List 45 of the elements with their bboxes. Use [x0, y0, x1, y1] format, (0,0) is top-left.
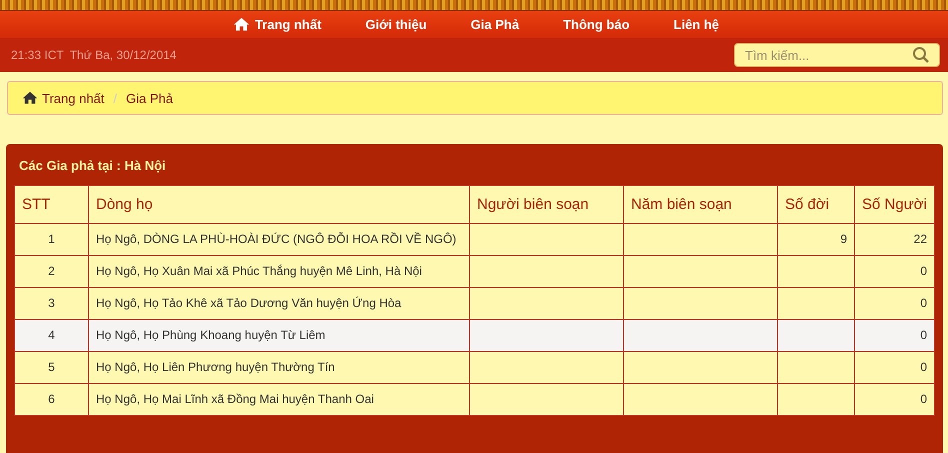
table-row[interactable]: 5 Họ Ngô, Họ Liên Phương huyện Thường Tín 0: [14, 352, 934, 384]
breadcrumb-link[interactable]: Trang nhất: [22, 90, 104, 106]
table-cell: Họ Ngô, DÒNG LA PHÙ-HOÀI ĐỨC (NGÔ ĐỖI HOA RỒI VỀ NGÔ): [96, 232, 456, 246]
table-cell: Họ Ngô, Họ Liên Phương huyện Thường Tín: [96, 360, 335, 374]
table-row[interactable]: 6 Họ Ngô, Họ Mai Lĩnh xã Đồng Mai huyện Thanh Oai 0: [14, 384, 934, 416]
table-cell: 0: [920, 328, 927, 342]
table-cell: 22: [914, 232, 927, 246]
table-cell: 6: [48, 392, 55, 406]
nav-link[interactable]: Gia Phả: [448, 17, 542, 32]
table-cell: Họ Ngô, Họ Phùng Khoang huyện Từ Liêm: [96, 328, 326, 342]
column-header: Năm biên soạn: [624, 186, 778, 224]
column-header: Dòng họ: [88, 186, 470, 224]
nav-link[interactable]: Liên hệ: [652, 17, 742, 32]
table-cell: 0: [920, 264, 927, 278]
nav-link[interactable]: Thông báo: [541, 17, 652, 32]
home-icon: [232, 17, 250, 32]
table-row[interactable]: 2 Họ Ngô, Họ Xuân Mai xã Phúc Thắng huyện Mê Linh, Hà Nội 0: [14, 256, 934, 288]
table-cell: 5: [48, 360, 55, 374]
table-cell: 0: [920, 392, 927, 406]
column-header: Người biên soạn: [470, 186, 624, 224]
table-cell: Họ Ngô, Họ Mai Lĩnh xã Đồng Mai huyện Thanh Oai: [96, 392, 374, 406]
breadcrumb-separator: /: [113, 90, 118, 106]
table-row[interactable]: 4 Họ Ngô, Họ Phùng Khoang huyện Từ Liêm 0: [14, 320, 934, 352]
table-cell: 0: [920, 360, 927, 374]
table-cell: 2: [48, 264, 55, 278]
search-field[interactable]: Tìm kiếm...: [734, 43, 940, 67]
table-cell: 4: [48, 328, 55, 342]
column-header: Số đời: [778, 186, 854, 224]
table-cell: 9: [840, 232, 847, 246]
column-header: Số Người: [854, 186, 934, 224]
date-text: Thứ Ba, 30/12/2014: [70, 48, 176, 62]
table-row[interactable]: 1 Họ Ngô, DÒNG LA PHÙ-HOÀI ĐỨC (NGÔ ĐỖI HOA RỒI VỀ NGÔ) 9 22: [14, 224, 934, 256]
breadcrumb-link[interactable]: Gia Phả: [126, 90, 174, 106]
home-icon: [22, 91, 38, 105]
table-cell: Họ Ngô, Họ Xuân Mai xã Phúc Thắng huyện Mê Linh, Hà Nội: [96, 264, 422, 278]
table-cell: Họ Ngô, Họ Tảo Khê xã Tảo Dương Văn huyện Ứng Hòa: [96, 296, 402, 310]
table-cell: 0: [920, 296, 927, 310]
table-cell: 1: [48, 232, 55, 246]
time-text: 21:33 ICT: [11, 48, 64, 62]
column-header: STT: [14, 186, 88, 224]
nav-link[interactable]: Trang nhất: [210, 17, 344, 32]
nav-link[interactable]: Giới thiệu: [343, 17, 449, 32]
panel-title: Các Gia phả tại : Hà Nội: [18, 157, 167, 175]
table-cell: 3: [48, 296, 55, 310]
search-icon[interactable]: [912, 46, 930, 64]
